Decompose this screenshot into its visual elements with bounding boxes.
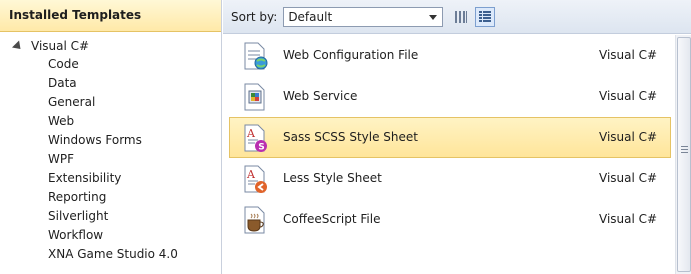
grid-view-icon (455, 10, 468, 23)
tree-item-general[interactable]: General (0, 93, 221, 112)
tree-item-code[interactable]: Code (0, 55, 221, 74)
sass-stylesheet-icon: A S (244, 124, 267, 152)
template-language: Visual C# (599, 89, 658, 103)
installed-templates-header: Installed Templates (0, 0, 221, 32)
small-icons-view-button[interactable] (451, 7, 471, 27)
web-config-icon (244, 42, 268, 69)
less-stylesheet-icon: A (244, 165, 267, 193)
template-name: Less Style Sheet (283, 171, 382, 185)
svg-text:S: S (258, 142, 264, 152)
template-row-web-service[interactable]: Web Service Visual C# (229, 76, 671, 117)
template-language: Visual C# (599, 48, 658, 62)
template-row-web-config[interactable]: Web Configuration File Visual C# (229, 35, 671, 76)
tree-item-extensibility[interactable]: Extensibility (0, 169, 221, 188)
coffeescript-icon (244, 206, 265, 233)
template-name: Web Configuration File (283, 48, 419, 62)
tree-node-visual-csharp[interactable]: Visual C# (0, 36, 221, 55)
template-name: CoffeeScript File (283, 212, 381, 226)
sort-by-label: Sort by: (231, 9, 278, 24)
svg-text:A: A (246, 168, 256, 181)
tree-item-reporting[interactable]: Reporting (0, 188, 221, 207)
template-row-less[interactable]: A Less Style Sheet Visual C# (229, 158, 671, 199)
template-list: Web Configuration File Visual C# Web Ser… (223, 35, 675, 240)
scrollbar-grip-icon (681, 146, 688, 155)
installed-templates-panel: Installed Templates Visual C# Code Data … (0, 0, 222, 274)
tree-item-data[interactable]: Data (0, 74, 221, 93)
sort-by-dropdown[interactable]: Default (283, 6, 444, 27)
template-name: Web Service (283, 89, 358, 103)
tree-item-web[interactable]: Web (0, 112, 221, 131)
template-language: Visual C# (599, 212, 658, 226)
scrollbar-thumb[interactable] (677, 37, 691, 272)
list-view-button[interactable] (475, 6, 496, 27)
template-language: Visual C# (599, 171, 658, 185)
templates-panel: Sort by: Default Web Configuration File … (223, 0, 691, 274)
tree-item-windows-forms[interactable]: Windows Forms (0, 131, 221, 150)
dropdown-arrow-icon[interactable] (429, 14, 438, 20)
template-row-coffeescript[interactable]: CoffeeScript File Visual C# (229, 199, 671, 240)
template-row-sass[interactable]: A S Sass SCSS Style Sheet Visual C# (229, 117, 671, 158)
tree-item-workflow[interactable]: Workflow (0, 226, 221, 245)
template-name: Sass SCSS Style Sheet (283, 130, 418, 144)
web-service-icon (244, 83, 265, 110)
template-language: Visual C# (599, 130, 658, 144)
svg-text:A: A (246, 127, 256, 140)
template-tree: Visual C# Code Data General Web Windows … (0, 32, 221, 264)
tree-node-label: Visual C# (31, 38, 90, 53)
tree-item-wpf[interactable]: WPF (0, 150, 221, 169)
list-view-icon (479, 10, 492, 22)
sort-by-value: Default (288, 9, 333, 24)
tree-item-xna-game-studio[interactable]: XNA Game Studio 4.0 (0, 245, 221, 264)
tree-item-silverlight[interactable]: Silverlight (0, 207, 221, 226)
expand-triangle-icon[interactable] (11, 40, 25, 53)
sort-toolbar: Sort by: Default (223, 0, 691, 34)
vertical-scrollbar[interactable] (675, 35, 691, 274)
